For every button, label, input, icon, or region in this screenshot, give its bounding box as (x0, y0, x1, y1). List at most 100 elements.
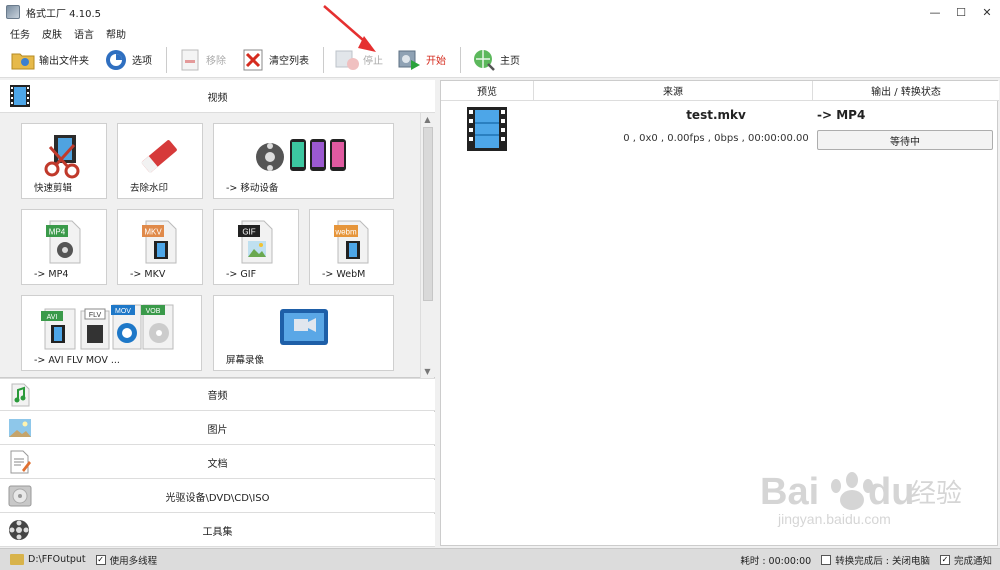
video-tools-grid: 快速剪辑 去除水印 -> 移动设备 MP4 -> MP4 MKV -> MKV (0, 113, 435, 378)
badge-vob: VOB (145, 308, 160, 315)
multithread-checkbox[interactable]: ✓ (95, 554, 106, 565)
category-tools[interactable]: 工具集 (0, 514, 435, 547)
watermark-url: jingyan.baidu.com (777, 511, 891, 527)
toolbar-separator (460, 46, 461, 73)
badge-avi: AVI (46, 314, 57, 321)
options-button[interactable]: 选项 (103, 45, 152, 75)
folder-icon[interactable] (10, 554, 24, 565)
window-title: 格式工厂 4.10.5 (26, 8, 101, 20)
clear-list-button[interactable]: 清空列表 (240, 45, 309, 75)
quick-clip-tile[interactable]: 快速剪辑 (21, 123, 107, 199)
toolbar: 输出文件夹 选项 移除 清空列表 停止 开始 主页 (0, 42, 1000, 78)
watermark-brand-right: du (868, 471, 914, 513)
eraser-icon (118, 130, 202, 182)
document-icon (8, 450, 32, 474)
badge-mov: MOV (115, 308, 131, 315)
close-button[interactable]: ✕ (974, 0, 1000, 24)
video-thumbnail-icon (467, 107, 507, 151)
disc-drive-icon (8, 484, 32, 508)
title-bar: 格式工厂 4.10.5 — ☐ ✕ (0, 0, 1000, 24)
category-label: 图片 (207, 424, 228, 436)
home-button[interactable]: 主页 (471, 45, 520, 75)
source-file-name: test.mkv (686, 108, 746, 122)
column-preview[interactable]: 预览 (441, 81, 534, 101)
to-mkv-tile[interactable]: MKV -> MKV (117, 209, 203, 285)
webm-file-icon: webm (310, 216, 393, 268)
menu-help[interactable]: 帮助 (106, 26, 126, 41)
multi-format-icon: AVI FLV MOV VOB (22, 302, 201, 354)
status-button[interactable]: 等待中 (817, 130, 993, 150)
app-icon (6, 5, 20, 19)
output-folder-button[interactable]: 输出文件夹 (10, 45, 89, 75)
folder-icon (10, 47, 36, 73)
category-panel: 视频 快速剪辑 去除水印 -> 移动设备 MP4 -> MP4 MKV -> M… (0, 80, 435, 547)
to-webm-tile[interactable]: webm -> WebM (309, 209, 394, 285)
category-rom-device[interactable]: 光驱设备\DVD\CD\ISO (0, 480, 435, 513)
category-document[interactable]: 文档 (0, 446, 435, 479)
tools-scrollbar[interactable]: ▲ ▼ (420, 113, 434, 378)
badge-mp4: MP4 (49, 228, 66, 237)
to-mp4-tile[interactable]: MP4 -> MP4 (21, 209, 107, 285)
baidu-jingyan-watermark: Bai du 经验 jingyan.baidu.com (760, 471, 962, 527)
category-label: 工具集 (202, 526, 233, 538)
scroll-down-icon[interactable]: ▼ (421, 365, 434, 378)
home-globe-icon (471, 47, 497, 73)
options-icon (103, 47, 129, 73)
remove-watermark-tile[interactable]: 去除水印 (117, 123, 203, 199)
to-avi-flv-mov-tile[interactable]: AVI FLV MOV VOB -> AVI FLV MOV ... (21, 295, 202, 371)
category-label: 光驱设备\DVD\CD\ISO (165, 492, 270, 504)
mobile-devices-icon (214, 130, 393, 182)
output-format: -> MP4 (817, 108, 866, 122)
annotation-arrow-icon (323, 5, 376, 52)
start-icon (397, 47, 423, 73)
screen-recorder-icon (214, 302, 393, 354)
category-label: 文档 (207, 458, 228, 470)
paw-icon (831, 472, 873, 510)
toolbar-separator (166, 46, 167, 73)
picture-icon (8, 416, 32, 440)
category-video[interactable]: 视频 (0, 80, 435, 113)
film-icon (8, 84, 32, 108)
notify-label: 完成通知 (953, 555, 992, 567)
watermark-brand-left: Bai (760, 471, 819, 513)
watermark-cn: 经验 (910, 479, 962, 509)
minimize-button[interactable]: — (922, 0, 948, 24)
to-gif-tile[interactable]: GIF -> GIF (213, 209, 299, 285)
scissors-icon (22, 130, 106, 182)
status-bar: D:\FFOutput ✓ 使用多线程 耗时 : 00:00:00 转换完成后 … (0, 548, 1000, 570)
scroll-thumb[interactable] (423, 127, 433, 301)
music-note-icon (8, 383, 32, 407)
menu-bar: 任务 皮肤 语言 帮助 (0, 24, 1000, 42)
scroll-up-icon[interactable]: ▲ (421, 113, 434, 126)
mobile-device-tile[interactable]: -> 移动设备 (213, 123, 394, 199)
remove-button[interactable]: 移除 (177, 45, 226, 75)
gif-file-icon: GIF (214, 216, 298, 268)
badge-webm: webm (334, 228, 357, 237)
mp4-file-icon: MP4 (22, 216, 106, 268)
badge-flv: FLV (88, 312, 101, 319)
column-source[interactable]: 来源 (534, 81, 813, 101)
menu-task[interactable]: 任务 (10, 26, 30, 41)
menu-language[interactable]: 语言 (74, 26, 94, 41)
remove-icon (177, 47, 203, 73)
column-output-status[interactable]: 输出 / 转换状态 (813, 81, 999, 101)
category-picture[interactable]: 图片 (0, 412, 435, 445)
notify-checkbox[interactable]: ✓ (939, 554, 950, 565)
clear-list-icon (240, 47, 266, 73)
maximize-button[interactable]: ☐ (948, 0, 974, 24)
screen-record-tile[interactable]: 屏幕录像 (213, 295, 394, 371)
badge-mkv: MKV (144, 228, 162, 237)
after-convert-checkbox[interactable] (821, 554, 832, 565)
window-controls: — ☐ ✕ (922, 0, 1000, 24)
menu-skin[interactable]: 皮肤 (42, 26, 62, 41)
category-audio[interactable]: 音频 (0, 378, 435, 411)
output-path[interactable]: D:\FFOutput (28, 554, 86, 565)
toolbox-reel-icon (8, 518, 32, 542)
category-label: 音频 (207, 391, 228, 402)
category-label: 视频 (207, 92, 228, 104)
multithread-label: 使用多线程 (109, 555, 158, 567)
badge-gif: GIF (242, 228, 255, 237)
start-button[interactable]: 开始 (397, 45, 446, 75)
mkv-file-icon: MKV (118, 216, 202, 268)
after-convert-label: 转换完成后 : 关闭电脑 (835, 555, 930, 567)
